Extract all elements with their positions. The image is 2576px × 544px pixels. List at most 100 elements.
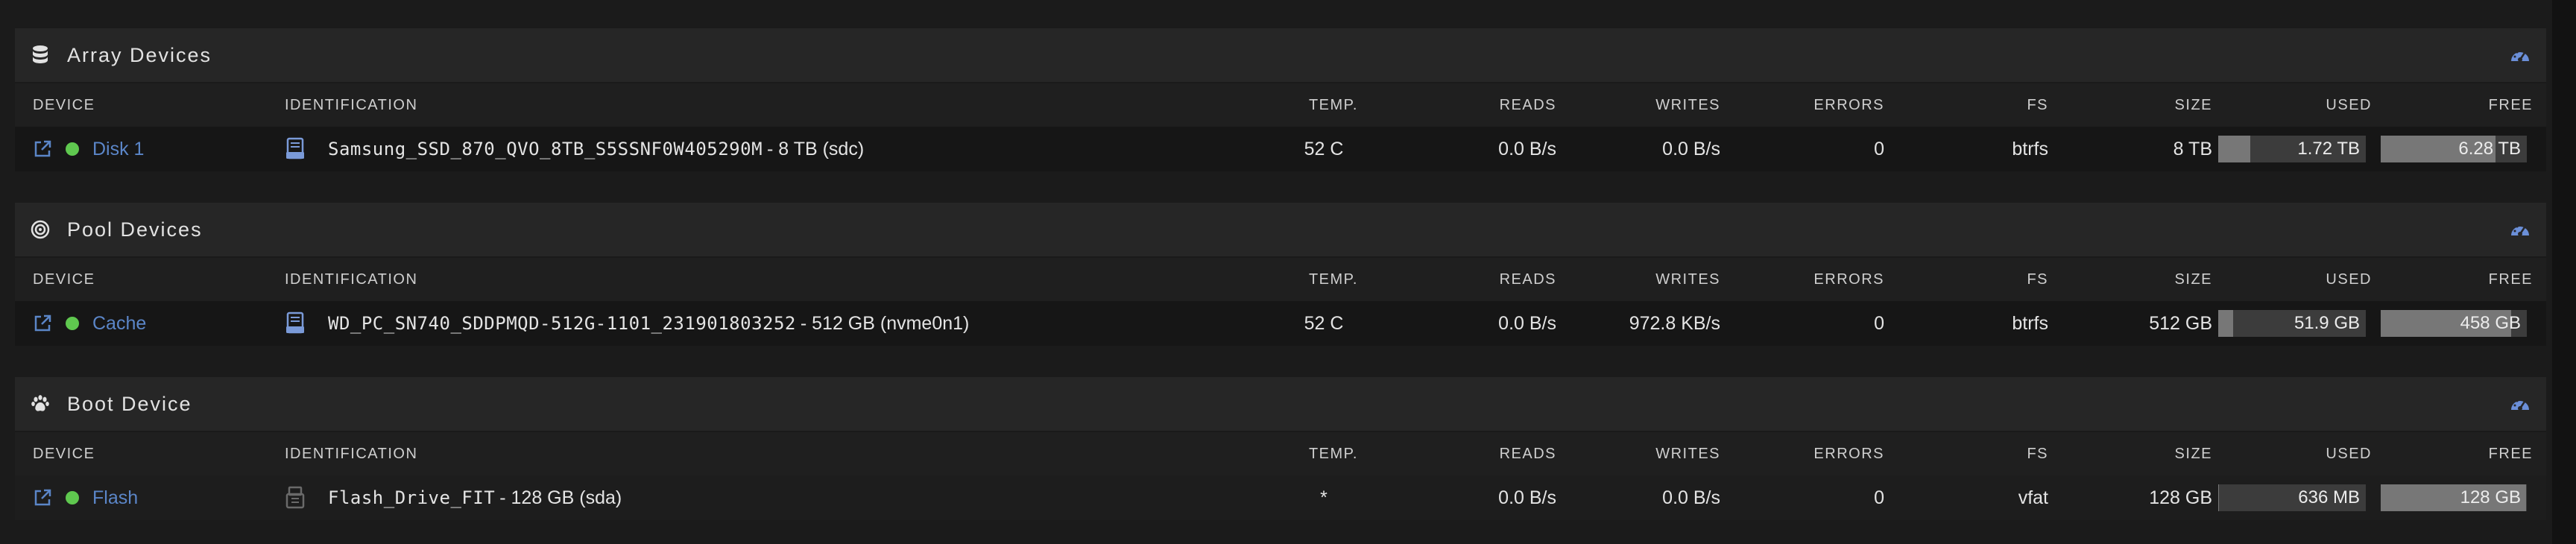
col-writes: WRITES <box>1655 271 1720 288</box>
column-header-row: DEVICE IDENTIFICATION TEMP. READS WRITES… <box>15 258 2546 301</box>
status-dot <box>66 317 79 330</box>
boot-device-section: Boot Device DEVICE IDENTIFICATION TEMP. … <box>15 377 2546 520</box>
disk-icon <box>285 137 306 161</box>
free-bar: 128 GB <box>2381 484 2527 511</box>
col-temp: TEMP. <box>1308 96 1358 113</box>
used-value: 51.9 GB <box>2294 313 2360 333</box>
identification-name: WD_PC_SN740_SDDPMQD-512G-1101_2319018032… <box>328 313 796 334</box>
column-header-row: DEVICE IDENTIFICATION TEMP. READS WRITES… <box>15 432 2546 475</box>
temp-value: 52 C <box>1304 312 1344 334</box>
col-free: FREE <box>2488 96 2533 113</box>
writes-value: 0.0 B/s <box>1662 138 1720 159</box>
dashboard-icon[interactable] <box>2509 45 2531 67</box>
section-title: Pool Devices <box>67 218 203 241</box>
table-row: Cache WD_PC_SN740_SDDPMQD-512G-1101_2319… <box>15 301 2546 346</box>
col-reads: READS <box>1499 96 1556 113</box>
col-temp: TEMP. <box>1308 445 1358 462</box>
usb-drive-icon <box>285 486 306 510</box>
size-value: 128 GB <box>2149 487 2212 508</box>
col-fs: FS <box>2027 271 2048 288</box>
col-size: SIZE <box>2174 96 2212 113</box>
temp-value: 52 C <box>1304 138 1344 159</box>
col-free: FREE <box>2488 445 2533 462</box>
dashboard-icon[interactable] <box>2509 219 2531 241</box>
col-identification: IDENTIFICATION <box>285 96 418 113</box>
size-value: 512 GB <box>2149 312 2212 334</box>
col-errors: ERRORS <box>1813 96 1884 113</box>
fs-value: btrfs <box>2012 138 2048 159</box>
writes-value: 972.8 KB/s <box>1629 312 1720 334</box>
database-icon <box>30 45 51 66</box>
identification-detail: - 8 TB (sdc) <box>767 138 865 159</box>
col-reads: READS <box>1499 445 1556 462</box>
col-size: SIZE <box>2174 271 2212 288</box>
col-used: USED <box>2326 96 2372 113</box>
col-free: FREE <box>2488 271 2533 288</box>
disk-icon <box>285 311 306 335</box>
device-link[interactable]: Flash <box>92 487 138 509</box>
identification-cell: Flash_Drive_FIT - 128 GB (sda) <box>285 475 622 520</box>
size-value: 8 TB <box>2173 138 2212 159</box>
paw-icon <box>30 393 51 414</box>
device-cell: Cache <box>33 301 146 346</box>
section-title: Array Devices <box>67 43 212 66</box>
target-icon <box>30 219 51 240</box>
col-size: SIZE <box>2174 445 2212 462</box>
col-identification: IDENTIFICATION <box>285 445 418 462</box>
errors-value: 0 <box>1874 312 1884 334</box>
identification-detail: - 512 GB (nvme0n1) <box>800 312 970 334</box>
identification-cell: Samsung_SSD_870_QVO_8TB_S5SSNF0W405290M … <box>285 127 864 171</box>
reads-value: 0.0 B/s <box>1498 138 1556 159</box>
status-dot <box>66 491 79 505</box>
fs-value: vfat <box>2018 487 2048 508</box>
array-devices-section: Array Devices DEVICE IDENTIFICATION TEMP… <box>15 28 2546 171</box>
used-bar: 51.9 GB <box>2218 310 2366 337</box>
main-page: Array Devices DEVICE IDENTIFICATION TEMP… <box>0 0 2576 544</box>
device-cell: Flash <box>33 475 138 520</box>
used-bar: 1.72 TB <box>2218 136 2366 162</box>
status-dot <box>66 142 79 156</box>
col-fs: FS <box>2027 96 2048 113</box>
identification-name: Flash_Drive_FIT <box>328 487 496 508</box>
table-row: Disk 1 Samsung_SSD_870_QVO_8TB_S5SSNF0W4… <box>15 127 2546 171</box>
external-link-icon[interactable] <box>33 488 52 507</box>
used-bar-fill <box>2218 484 2219 511</box>
writes-value: 0.0 B/s <box>1662 487 1720 508</box>
reads-value: 0.0 B/s <box>1498 487 1556 508</box>
errors-value: 0 <box>1874 138 1884 159</box>
used-bar-fill <box>2218 136 2250 162</box>
used-bar-fill <box>2218 310 2233 337</box>
errors-value: 0 <box>1874 487 1884 508</box>
col-device: DEVICE <box>33 445 95 462</box>
col-temp: TEMP. <box>1308 271 1358 288</box>
col-device: DEVICE <box>33 271 95 288</box>
col-identification: IDENTIFICATION <box>285 271 418 288</box>
scrollbar-track[interactable] <box>2552 0 2576 544</box>
free-value: 6.28 TB <box>2458 139 2521 159</box>
device-link[interactable]: Disk 1 <box>92 139 144 160</box>
device-link[interactable]: Cache <box>92 313 146 335</box>
identification-cell: WD_PC_SN740_SDDPMQD-512G-1101_2319018032… <box>285 301 969 346</box>
used-bar: 636 MB <box>2218 484 2366 511</box>
column-header-row: DEVICE IDENTIFICATION TEMP. READS WRITES… <box>15 83 2546 127</box>
col-errors: ERRORS <box>1813 271 1884 288</box>
reads-value: 0.0 B/s <box>1498 312 1556 334</box>
free-bar: 6.28 TB <box>2381 136 2527 162</box>
free-value: 128 GB <box>2460 487 2521 507</box>
used-value: 1.72 TB <box>2297 139 2360 159</box>
col-used: USED <box>2326 271 2372 288</box>
section-title: Boot Device <box>67 392 192 415</box>
free-value: 458 GB <box>2460 313 2521 333</box>
section-header: Array Devices <box>15 28 2546 83</box>
dashboard-icon[interactable] <box>2509 393 2531 416</box>
external-link-icon[interactable] <box>33 314 52 333</box>
section-header: Boot Device <box>15 377 2546 432</box>
col-used: USED <box>2326 445 2372 462</box>
external-link-icon[interactable] <box>33 139 52 159</box>
col-errors: ERRORS <box>1813 445 1884 462</box>
col-fs: FS <box>2027 445 2048 462</box>
table-row: Flash Flash_Drive_FIT - 128 GB (sda) * 0… <box>15 475 2546 520</box>
identification-name: Samsung_SSD_870_QVO_8TB_S5SSNF0W405290M <box>328 139 763 159</box>
col-writes: WRITES <box>1655 445 1720 462</box>
col-device: DEVICE <box>33 96 95 113</box>
